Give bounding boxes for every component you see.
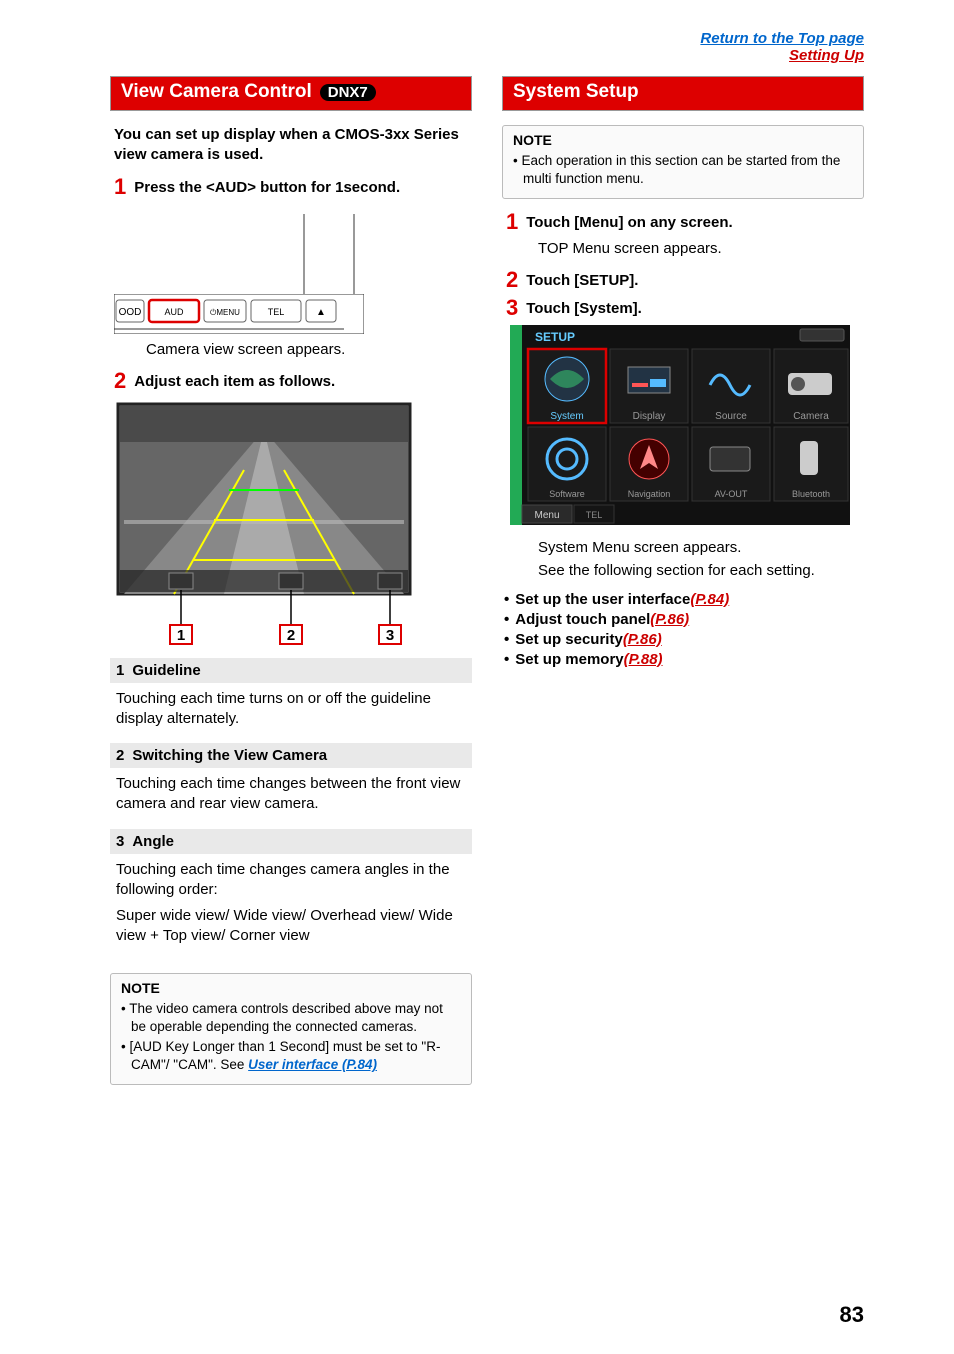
avout-tile[interactable]: AV-OUT: [692, 427, 770, 501]
setup-screen-illustration: SETUP System Display: [510, 325, 864, 528]
item-3-head: 3Angle: [110, 829, 472, 854]
note-right-1: Each operation in this section can be st…: [513, 152, 853, 188]
item-1-body: Touching each time turns on or off the g…: [110, 687, 472, 734]
step-r2-number: 2: [506, 269, 518, 291]
header-links: Return to the Top page Setting Up: [110, 30, 864, 64]
system-tile[interactable]: System: [528, 349, 606, 423]
tel-tab-label[interactable]: TEL: [586, 510, 603, 520]
bullet-3: •Set up security (P.86): [502, 631, 864, 648]
step-2-number: 2: [114, 370, 126, 392]
link-p86b[interactable]: (P.86): [623, 631, 662, 648]
aud-button-label: AUD: [164, 307, 184, 317]
item-3-body-1: Touching each time changes camera angles…: [110, 858, 472, 905]
step-r2-text: Touch [SETUP].: [526, 269, 638, 291]
svg-text:3: 3: [386, 627, 394, 644]
step-r3: 3 Touch [System].: [502, 297, 864, 319]
note-title-right: NOTE: [513, 132, 853, 148]
step-r1-result: TOP Menu screen appears.: [538, 239, 864, 259]
step-1: 1 Press the <AUD> button for 1second.: [110, 176, 472, 198]
svg-text:Software: Software: [549, 489, 585, 499]
return-top-link[interactable]: Return to the Top page: [700, 30, 864, 47]
section-title-text-right: System Setup: [513, 81, 639, 103]
item-2-head: 2Switching the View Camera: [110, 743, 472, 768]
setup-title-label: SETUP: [535, 330, 575, 344]
bullet-1: •Set up the user interface (P.84): [502, 591, 864, 608]
step-r3-result1: System Menu screen appears.: [538, 538, 864, 558]
svg-text:Display: Display: [633, 411, 666, 422]
navigation-tile[interactable]: Navigation: [610, 427, 688, 501]
right-column: System Setup NOTE Each operation in this…: [502, 76, 864, 1097]
section-title-text: View Camera Control: [121, 81, 312, 103]
note-box-left: NOTE The video camera controls described…: [110, 973, 472, 1086]
link-p86a[interactable]: (P.86): [650, 611, 689, 628]
svg-text:2: 2: [287, 627, 295, 644]
display-tile[interactable]: Display: [610, 349, 688, 423]
intro-text: You can set up display when a CMOS-3xx S…: [110, 125, 472, 164]
bluetooth-tile[interactable]: Bluetooth: [774, 427, 848, 501]
item-1-head: 1Guideline: [110, 658, 472, 683]
step-r2: 2 Touch [SETUP].: [502, 269, 864, 291]
link-p88[interactable]: (P.88): [624, 651, 663, 668]
step-1-number: 1: [114, 176, 126, 198]
step-r1: 1 Touch [Menu] on any screen.: [502, 211, 864, 233]
menu-button-label: ⏻MENU: [210, 308, 240, 317]
section-link[interactable]: Setting Up: [789, 47, 864, 64]
camera-view-illustration: 1 2 3: [114, 400, 472, 648]
tel-button-label: TEL: [268, 307, 285, 317]
step-r3-text: Touch [System].: [526, 297, 642, 319]
dnx7-badge: DNX7: [320, 84, 376, 101]
step-r3-number: 3: [506, 297, 518, 319]
step-1-text: Press the <AUD> button for 1second.: [134, 176, 400, 198]
step-r3-result2: See the following section for each setti…: [538, 561, 864, 581]
camera-tile[interactable]: Camera: [774, 349, 848, 423]
ood-label: OOD: [119, 307, 142, 318]
note-left-1: The video camera controls described abov…: [121, 1000, 461, 1036]
link-p84[interactable]: (P.84): [690, 591, 729, 608]
software-tile[interactable]: Software: [528, 427, 606, 501]
step-r1-number: 1: [506, 211, 518, 233]
left-column: View Camera Control DNX7 You can set up …: [110, 76, 472, 1097]
item-2-body: Touching each time changes between the f…: [110, 772, 472, 819]
bullet-2: •Adjust touch panel (P.86): [502, 611, 864, 628]
note-title-left: NOTE: [121, 980, 461, 996]
svg-text:Navigation: Navigation: [628, 489, 671, 499]
section-title-view-camera: View Camera Control DNX7: [110, 76, 472, 111]
svg-text:AV-OUT: AV-OUT: [715, 489, 748, 499]
note-left-2: [AUD Key Longer than 1 Second] must be s…: [121, 1038, 461, 1074]
eject-button-label: ▲: [316, 307, 326, 318]
svg-text:Bluetooth: Bluetooth: [792, 489, 830, 499]
section-title-system-setup: System Setup: [502, 76, 864, 111]
step-2-text: Adjust each item as follows.: [134, 370, 335, 392]
step-2: 2 Adjust each item as follows.: [110, 370, 472, 392]
note-box-right: NOTE Each operation in this section can …: [502, 125, 864, 199]
bullet-4: •Set up memory (P.88): [502, 651, 864, 668]
front-panel-illustration: OOD AUD ⏻MENU TEL ▲: [114, 214, 472, 334]
svg-text:1: 1: [177, 627, 185, 644]
user-interface-link[interactable]: User interface (P.84): [248, 1057, 377, 1072]
menu-tab-label[interactable]: Menu: [534, 510, 559, 521]
page-number: 83: [840, 1302, 864, 1328]
svg-text:System: System: [550, 411, 583, 422]
step-r1-text: Touch [Menu] on any screen.: [526, 211, 732, 233]
svg-text:Camera: Camera: [793, 411, 829, 422]
source-tile[interactable]: Source: [692, 349, 770, 423]
step-1-result: Camera view screen appears.: [146, 340, 472, 360]
svg-text:Source: Source: [715, 411, 747, 422]
item-3-body-2: Super wide view/ Wide view/ Overhead vie…: [110, 904, 472, 951]
